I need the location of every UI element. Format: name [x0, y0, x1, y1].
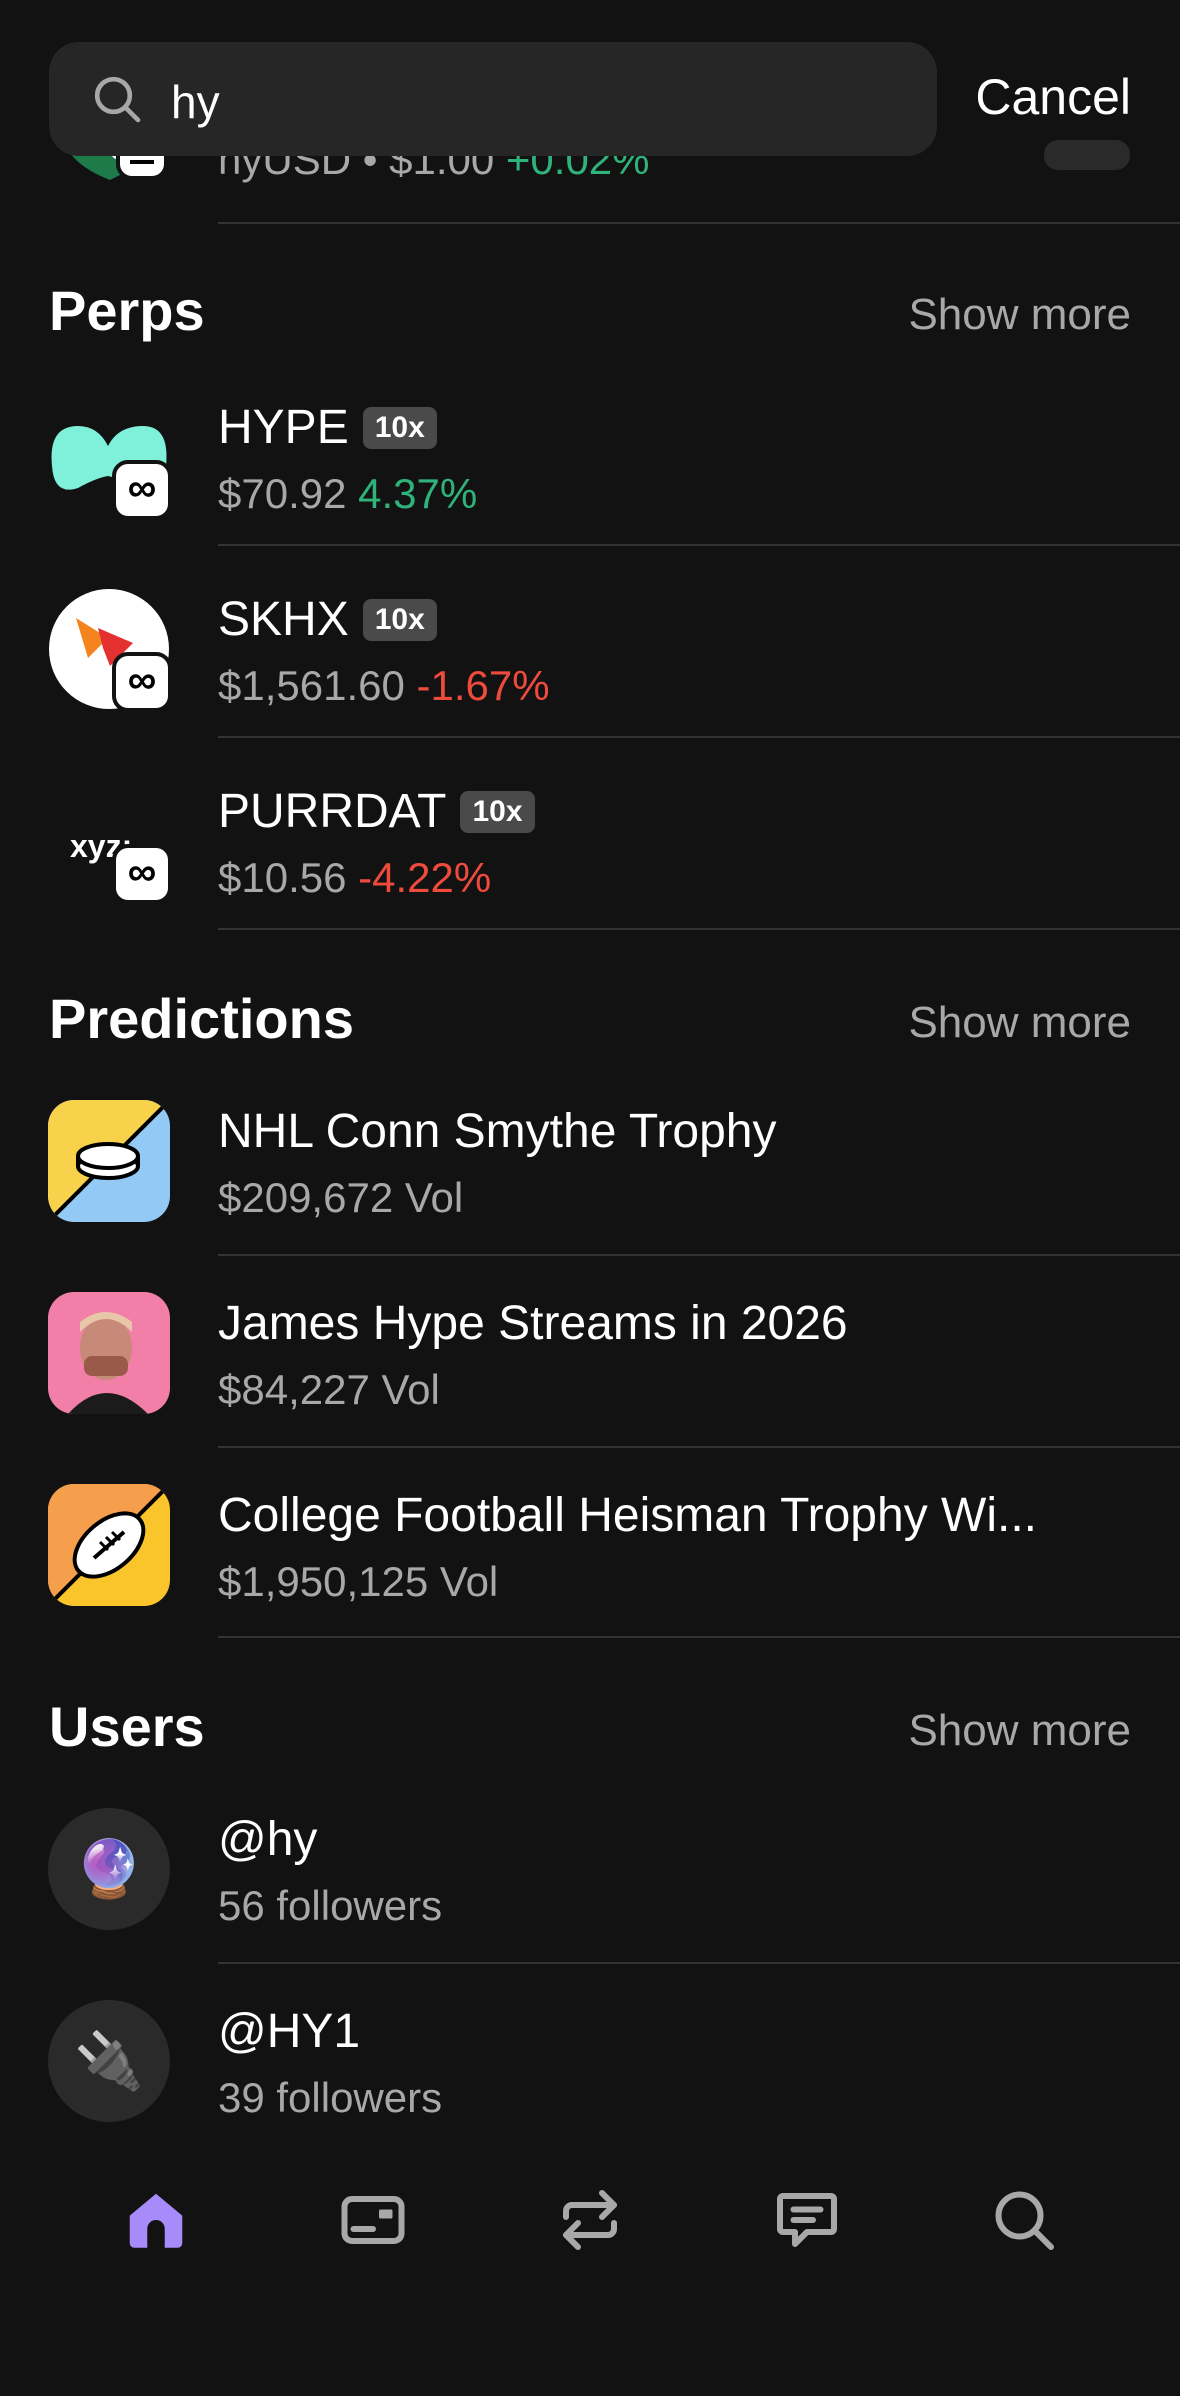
user-followers: 39 followers	[218, 2074, 443, 2121]
user-avatar: 🔌	[48, 2000, 170, 2122]
tab-swap[interactable]	[540, 2170, 640, 2270]
prediction-row-heisman[interactable]: College Football Heisman Trophy Wi... $1…	[0, 1458, 1180, 1650]
search-input[interactable]: hy	[49, 42, 937, 156]
section-title-predictions: Predictions	[49, 987, 354, 1050]
perp-price: $10.56	[218, 854, 347, 901]
divider	[218, 544, 1180, 546]
search-icon	[94, 76, 141, 123]
cancel-button[interactable]: Cancel	[975, 68, 1131, 126]
infinity-badge-icon: ∞	[112, 460, 172, 520]
chat-icon	[777, 2193, 837, 2247]
hockey-puck-icon	[48, 1100, 170, 1222]
prediction-volume: $209,672 Vol	[218, 1174, 464, 1221]
divider	[218, 1962, 1180, 1964]
divider	[218, 1446, 1180, 1448]
perp-row-hype[interactable]: ∞ HYPE 10x $70.92 4.37%	[0, 370, 1180, 562]
divider	[218, 736, 1180, 738]
prediction-title: James Hype Streams in 2026	[218, 1297, 848, 1350]
prediction-row-james-hype[interactable]: James Hype Streams in 2026 $84,227 Vol	[0, 1266, 1180, 1458]
perp-row-skhx[interactable]: ∞ SKHX 10x $1,561.60 -1.67%	[0, 562, 1180, 754]
perp-price: $1,561.60	[218, 662, 405, 709]
perp-row-purrdat[interactable]: xyz: ∞ PURRDAT 10x $10.56 -4.22%	[0, 754, 1180, 946]
prediction-volume: $1,950,125 Vol	[218, 1558, 499, 1605]
football-icon	[48, 1484, 170, 1606]
perp-price: $70.92	[218, 470, 347, 517]
bottom-tab-bar	[0, 2130, 1180, 2396]
divider	[218, 1254, 1180, 1256]
plug-icon: 🔌	[74, 2029, 144, 2092]
user-row-hy[interactable]: 🔮 @hy 56 followers	[0, 1782, 1180, 1974]
users-show-more-link[interactable]: Show more	[908, 1706, 1131, 1756]
prediction-title: NHL Conn Smythe Trophy	[218, 1105, 777, 1158]
divider	[218, 928, 1180, 930]
crystal-ball-icon: 🔮	[74, 1837, 144, 1900]
wallet-icon	[341, 2196, 405, 2244]
swap-icon	[563, 2190, 617, 2250]
search-icon	[995, 2191, 1054, 2250]
perp-change: -1.67%	[416, 662, 550, 709]
home-icon	[129, 2193, 183, 2248]
prediction-row-nhl[interactable]: NHL Conn Smythe Trophy $209,672 Vol	[0, 1074, 1180, 1266]
perp-change: 4.37%	[358, 470, 478, 517]
section-title-users: Users	[49, 1695, 205, 1758]
leverage-badge: 10x	[460, 790, 535, 833]
leverage-badge: 10x	[362, 406, 437, 449]
prediction-volume: $84,227 Vol	[218, 1366, 440, 1413]
predictions-show-more-link[interactable]: Show more	[908, 998, 1131, 1048]
user-avatar: 🔮	[48, 1808, 170, 1930]
tab-chat[interactable]	[757, 2170, 857, 2270]
user-handle: @hy	[218, 1813, 318, 1866]
tab-home[interactable]	[106, 2170, 206, 2270]
leverage-badge: 10x	[362, 598, 437, 641]
section-title-perps: Perps	[49, 279, 205, 342]
perp-symbol: HYPE	[218, 401, 349, 454]
person-avatar-icon	[48, 1292, 170, 1414]
perp-symbol: SKHX	[218, 593, 349, 646]
infinity-badge-icon: ∞	[112, 844, 172, 904]
user-handle: @HY1	[218, 2005, 361, 2058]
tab-search[interactable]	[974, 2170, 1074, 2270]
divider	[218, 222, 1180, 224]
action-pill[interactable]	[1044, 140, 1130, 170]
infinity-badge-icon: ∞	[112, 652, 172, 712]
perp-symbol: PURRDAT	[218, 785, 447, 838]
user-followers: 56 followers	[218, 1882, 443, 1929]
perp-change: -4.22%	[358, 854, 492, 901]
search-query: hy	[171, 76, 220, 128]
tab-wallet[interactable]	[323, 2170, 423, 2270]
divider	[218, 1636, 1180, 1638]
prediction-title: College Football Heisman Trophy Wi...	[218, 1489, 1037, 1542]
perps-show-more-link[interactable]: Show more	[908, 290, 1131, 340]
